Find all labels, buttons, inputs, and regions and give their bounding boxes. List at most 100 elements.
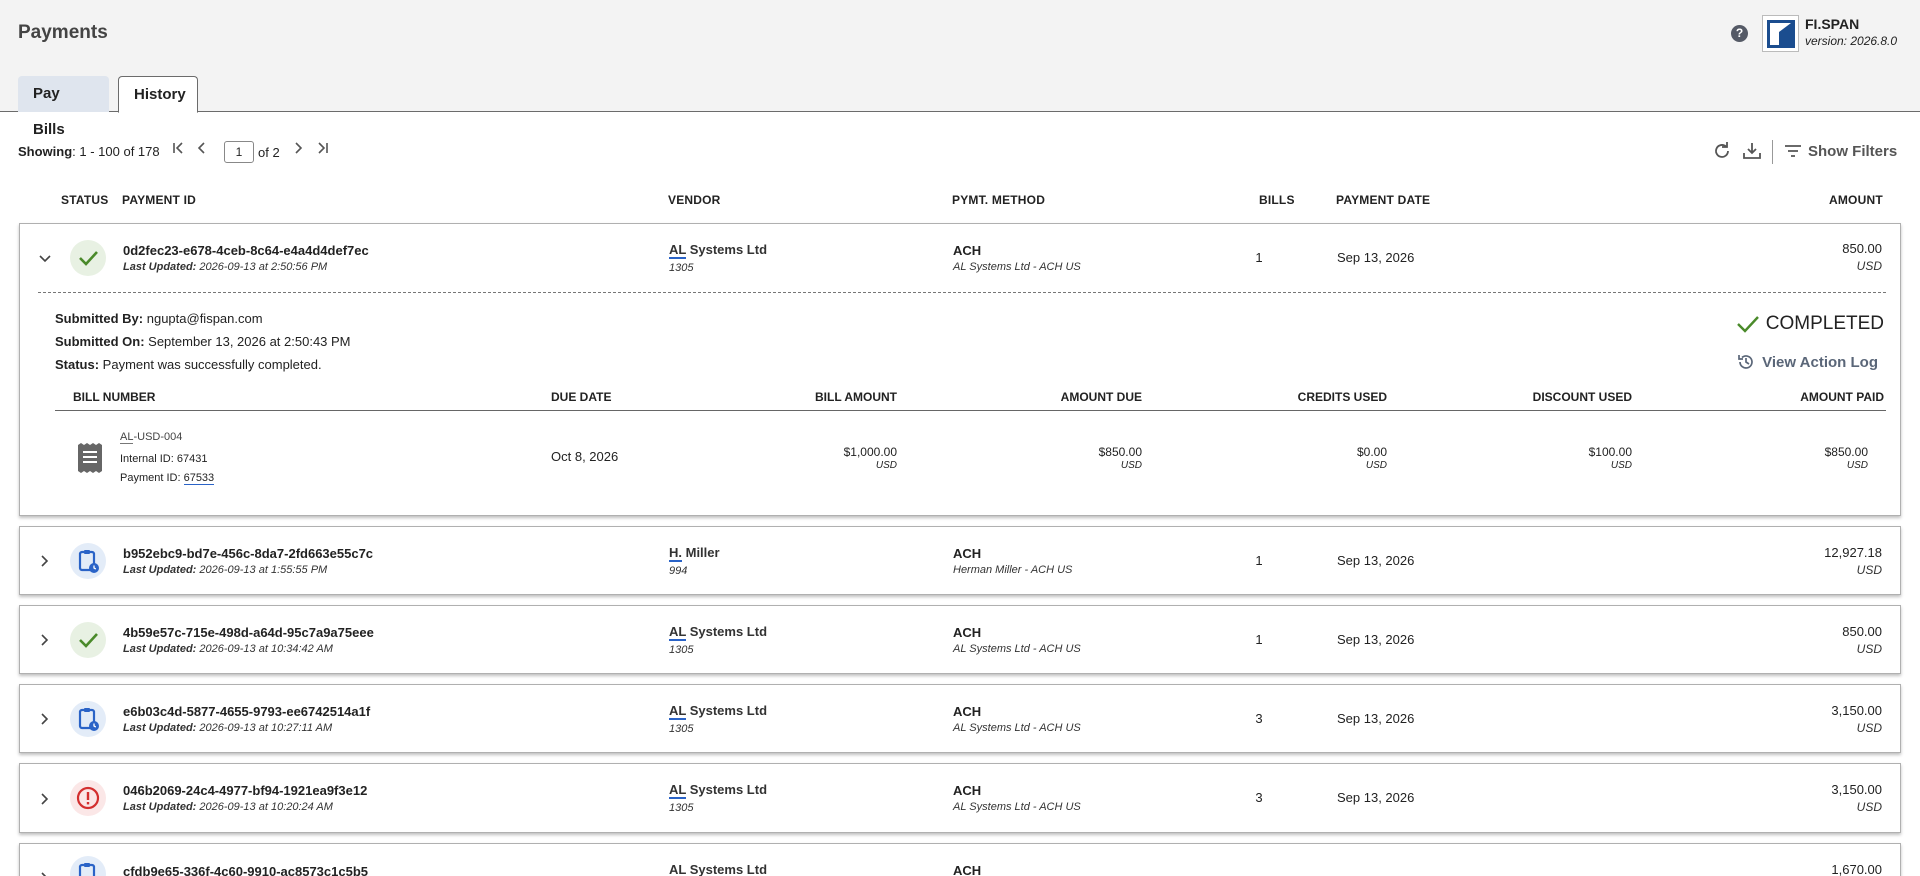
last-page-icon[interactable] bbox=[313, 140, 333, 162]
payment-method-detail: AL Systems Ltd - ACH US bbox=[953, 261, 1081, 273]
payment-method: ACH bbox=[953, 625, 982, 640]
payment-id[interactable]: 0d2fec23-e678-4ceb-8c64-e4a4d4def7ec bbox=[123, 243, 369, 258]
page-title: Payments bbox=[18, 22, 108, 43]
payment-method: ACH bbox=[953, 243, 982, 258]
vendor-name: AL Systems Ltd bbox=[669, 862, 767, 876]
vendor-id: 994 bbox=[669, 565, 688, 577]
payment-currency: USD bbox=[1856, 642, 1882, 656]
payment-date: Sep 13, 2026 bbox=[1337, 790, 1415, 805]
payment-method: ACH bbox=[953, 546, 982, 561]
refresh-icon[interactable] bbox=[1710, 139, 1734, 163]
bills-count: 3 bbox=[1255, 790, 1263, 805]
bills-count: 1 bbox=[1255, 553, 1263, 568]
top-header: Payments ? FI.SPAN version: 2026.8.0 Pay… bbox=[0, 0, 1920, 138]
column-header-amount: AMOUNT bbox=[1829, 193, 1883, 207]
chevron-right-icon[interactable] bbox=[38, 633, 52, 647]
amount-paid: $850.00 bbox=[1824, 445, 1868, 459]
amount-paid-currency: USD bbox=[1846, 460, 1868, 471]
last-updated: Last Updated: 2026-09-13 at 2:50:56 PM bbox=[123, 261, 328, 273]
bills-count: 1 bbox=[1255, 250, 1263, 265]
payment-method-detail: AL Systems Ltd - ACH US bbox=[953, 722, 1081, 734]
credits-used-currency: USD bbox=[1365, 460, 1387, 471]
payment-method: ACH bbox=[953, 783, 982, 798]
chevron-right-icon[interactable] bbox=[38, 871, 52, 876]
bill-header-number: BILL NUMBER bbox=[73, 390, 156, 404]
bill-internal-id: Internal ID: 67431 bbox=[120, 453, 208, 465]
download-icon[interactable] bbox=[1740, 139, 1764, 163]
vendor-name: AL Systems Ltd bbox=[669, 782, 768, 799]
payment-id[interactable]: 046b2069-24c4-4977-bf94-1921ea9f3e12 bbox=[123, 783, 367, 798]
column-header-vendor: VENDOR bbox=[668, 193, 721, 207]
bill-payment-id: Payment ID: 67533 bbox=[120, 472, 215, 485]
show-filters-button[interactable]: Show Filters bbox=[1784, 139, 1897, 163]
payment-id[interactable]: cfdb9e65-336f-4c60-9910-ac8573c1c5b5 bbox=[123, 864, 368, 876]
vendor-id: 1305 bbox=[669, 802, 694, 814]
fispan-logo-icon bbox=[1767, 20, 1795, 48]
submitted-on: Submitted On: September 13, 2026 at 2:50… bbox=[55, 334, 351, 349]
payment-date: Sep 13, 2026 bbox=[1337, 632, 1415, 647]
bill-table-divider bbox=[55, 410, 1886, 411]
payment-row[interactable]: 0d2fec23-e678-4ceb-8c64-e4a4d4def7ec Las… bbox=[19, 223, 1901, 516]
payment-date: Sep 13, 2026 bbox=[1337, 553, 1415, 568]
payment-amount: 12,927.18 bbox=[1824, 545, 1882, 560]
bill-number[interactable]: AL-USD-004 bbox=[120, 431, 182, 444]
payment-date: Sep 13, 2026 bbox=[1337, 250, 1415, 265]
status-completed-icon bbox=[70, 240, 106, 276]
payment-method: ACH bbox=[953, 863, 982, 876]
payment-row[interactable]: b952ebc9-bd7e-456c-8da7-2fd663e55c7c Las… bbox=[19, 526, 1901, 595]
showing-range: : 1 - 100 of 178 bbox=[72, 144, 160, 159]
tab-history[interactable]: History bbox=[118, 76, 198, 113]
page-number-input[interactable]: 1 bbox=[224, 141, 254, 163]
bill-header-due-date: DUE DATE bbox=[551, 390, 612, 404]
bill-header-amount-paid: AMOUNT PAID bbox=[1800, 390, 1884, 404]
status-error-icon bbox=[70, 780, 106, 816]
payment-date: Sep 13, 2026 bbox=[1337, 711, 1415, 726]
status-message: Status: Payment was successfully complet… bbox=[55, 357, 322, 372]
discount-used: $100.00 bbox=[1588, 445, 1632, 459]
vendor-id: 1305 bbox=[669, 644, 694, 656]
bill-header-discount-used: DISCOUNT USED bbox=[1532, 390, 1632, 404]
bill-document-icon bbox=[78, 443, 102, 473]
vendor-name: AL Systems Ltd bbox=[669, 624, 768, 641]
payment-method-detail: AL Systems Ltd - ACH US bbox=[953, 801, 1081, 813]
credits-used: $0.00 bbox=[1356, 445, 1387, 459]
chevron-right-icon[interactable] bbox=[38, 554, 52, 568]
last-updated: Last Updated: 2026-09-13 at 10:34:42 AM bbox=[123, 643, 333, 655]
chevron-right-icon[interactable] bbox=[38, 712, 52, 726]
vendor-id: 1305 bbox=[669, 262, 694, 274]
payment-id[interactable]: b952ebc9-bd7e-456c-8da7-2fd663e55c7c bbox=[123, 546, 373, 561]
history-icon bbox=[1738, 355, 1753, 369]
chevron-down-icon[interactable] bbox=[38, 252, 52, 266]
tab-pay-bills[interactable]: Pay Bills bbox=[18, 76, 109, 138]
payment-row[interactable]: e6b03c4d-5877-4655-9793-ee6742514a1f Las… bbox=[19, 684, 1901, 753]
brand-version: version: 2026.8.0 bbox=[1805, 34, 1898, 48]
vendor-name: AL Systems Ltd bbox=[669, 703, 768, 720]
payment-amount: 3,150.00 bbox=[1831, 703, 1882, 718]
payment-row[interactable]: 046b2069-24c4-4977-bf94-1921ea9f3e12 Las… bbox=[19, 763, 1901, 833]
bills-count: 3 bbox=[1255, 711, 1263, 726]
payment-row[interactable]: 4b59e57c-715e-498d-a64d-95c7a9a75eee Las… bbox=[19, 605, 1901, 674]
chevron-right-icon[interactable] bbox=[38, 792, 52, 806]
next-page-icon[interactable] bbox=[288, 140, 308, 162]
payment-method-detail: AL Systems Ltd - ACH US bbox=[953, 643, 1081, 655]
column-header-method: PYMT. METHOD bbox=[952, 193, 1046, 207]
status-pending-icon bbox=[70, 856, 106, 876]
previous-page-icon[interactable] bbox=[192, 140, 212, 162]
payment-row[interactable]: cfdb9e65-336f-4c60-9910-ac8573c1c5b5 AL … bbox=[19, 843, 1901, 876]
check-icon bbox=[1736, 316, 1759, 333]
vendor-name: H. Miller bbox=[669, 545, 720, 562]
last-updated: Last Updated: 2026-09-13 at 10:20:24 AM bbox=[123, 801, 333, 813]
brand-logo bbox=[1762, 15, 1799, 52]
submitted-by: Submitted By: ngupta@fispan.com bbox=[55, 311, 263, 326]
first-page-icon[interactable] bbox=[168, 140, 188, 162]
bill-amount-currency: USD bbox=[875, 460, 897, 471]
column-header-status: STATUS bbox=[61, 193, 109, 207]
payment-currency: USD bbox=[1856, 800, 1882, 814]
column-header-bills: BILLS bbox=[1259, 193, 1295, 207]
amount-due-currency: USD bbox=[1120, 460, 1142, 471]
help-circle-icon[interactable]: ? bbox=[1731, 25, 1748, 42]
payment-id[interactable]: 4b59e57c-715e-498d-a64d-95c7a9a75eee bbox=[123, 625, 374, 640]
payment-id[interactable]: e6b03c4d-5877-4655-9793-ee6742514a1f bbox=[123, 704, 370, 719]
payment-amount: 850.00 bbox=[1842, 241, 1882, 256]
view-action-log-button[interactable]: View Action Log bbox=[1736, 352, 1878, 372]
